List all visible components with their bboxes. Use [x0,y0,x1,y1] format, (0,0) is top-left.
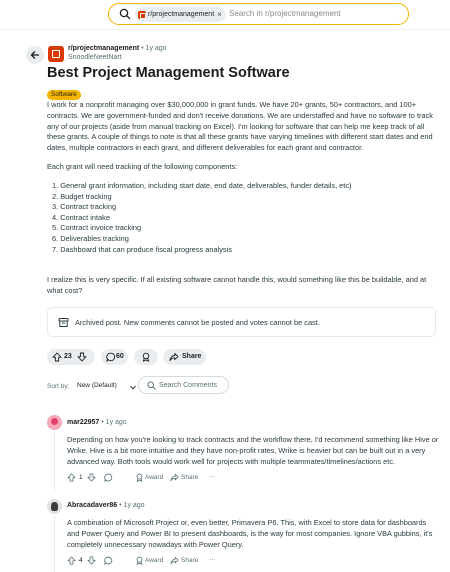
comment-icon [106,352,116,362]
comments-button[interactable]: 60 [101,349,128,365]
post-paragraph: I realize this is very specific. If all … [47,275,427,295]
community-chip-label: r/projectmanagement [148,11,215,18]
archive-icon [58,317,69,328]
separator-dot: • [119,502,122,509]
archived-text: Archived post. New comments cannot be po… [75,318,320,327]
post-flair[interactable]: Software [47,90,81,100]
comment-text: Depending on how you're looking to track… [67,435,439,466]
share-button[interactable]: Share [163,349,206,365]
requirements-list: 1. General grant information, including … [52,181,432,255]
search-bar[interactable]: r/projectmanagement × Search in r/projec… [108,3,409,25]
post-author[interactable]: SnoodleNeetNart [68,54,122,61]
list-item: 3. Contract tracking [52,202,117,212]
downvote-icon[interactable] [77,352,87,362]
share-label: Share [182,353,202,360]
upvote-icon[interactable] [52,352,62,362]
award-icon[interactable] [135,473,144,482]
subreddit-avatar[interactable] [48,46,64,62]
search-input[interactable]: Search in r/projectmanagement [229,9,341,18]
avatar[interactable] [47,499,62,514]
back-button[interactable] [26,46,44,64]
downvote-icon[interactable] [87,473,96,482]
award-button[interactable]: Award [145,557,163,564]
thread-line[interactable] [54,432,55,490]
list-item: 4. Contract intake [52,212,110,222]
subreddit-link[interactable]: r/projectmanagement [68,45,139,52]
comment-score: 4 [79,557,83,564]
upvote-icon[interactable] [67,556,76,565]
separator-dot: • [141,45,144,52]
post-paragraph: Each grant will need tracking of the fol… [47,162,238,171]
comment-meta: mar22957 • 1y ago [67,419,127,426]
list-item: 7. Dashboard that can produce fiscal pro… [52,244,232,254]
comment-author[interactable]: Abracadaver86 [67,502,117,509]
comment-score: 1 [79,474,83,481]
comment-count: 60 [116,353,124,360]
search-icon [119,8,131,20]
vote-bar: 23 [47,349,95,365]
search-icon [147,381,156,390]
list-item: 1. General grant information, including … [52,181,352,190]
more-options-icon[interactable]: … [209,555,217,562]
post-meta: r/projectmanagement • 1y ago [68,45,167,52]
separator-dot: • [101,419,104,426]
comment-time: 1y ago [123,502,145,509]
award-icon [141,352,151,362]
list-item: 2. Budget tracking [52,191,112,201]
downvote-icon[interactable] [87,556,96,565]
more-options-icon[interactable]: … [209,472,217,479]
post-score: 23 [64,353,72,360]
thread-line[interactable] [54,516,55,572]
sort-label: Sort by: [47,383,70,390]
chevron-down-icon[interactable] [130,385,136,390]
award-icon[interactable] [135,556,144,565]
close-icon[interactable]: × [217,10,222,19]
post-paragraph: I work for a nonprofit managing over $30… [47,100,433,153]
avatar[interactable] [47,415,62,430]
comment-time: 1y ago [105,419,127,426]
share-button[interactable]: Share [181,474,198,481]
top-bar: r/projectmanagement × Search in r/projec… [0,0,450,30]
search-comments-button[interactable]: Search Comments [138,376,229,394]
comment-meta: Abracadaver86 • 1y ago [67,502,145,509]
comment-text: A combination of Microsoft Project or, e… [67,518,433,549]
share-icon[interactable] [170,556,179,565]
sort-dropdown[interactable]: New (Default) [77,382,117,389]
community-chip[interactable]: r/projectmanagement × [135,7,226,22]
arrow-left-icon [30,51,39,59]
share-icon[interactable] [170,473,179,482]
post-time: 1y ago [145,45,167,52]
award-button[interactable] [134,349,158,365]
upvote-icon[interactable] [67,473,76,482]
share-button[interactable]: Share [181,557,198,564]
reply-icon[interactable] [104,473,113,482]
award-button[interactable]: Award [145,474,163,481]
archived-notice: Archived post. New comments cannot be po… [47,307,436,337]
post-title: Best Project Management Software [47,65,290,81]
search-comments-label: Search Comments [159,382,217,389]
subreddit-icon [138,10,146,19]
list-item: 5. Contract invoice tracking [52,223,142,233]
list-item: 6. Deliverables tracking [52,233,129,243]
divider [0,29,450,30]
reply-icon[interactable] [104,556,113,565]
share-icon [169,352,179,362]
comment-author[interactable]: mar22957 [67,419,99,426]
